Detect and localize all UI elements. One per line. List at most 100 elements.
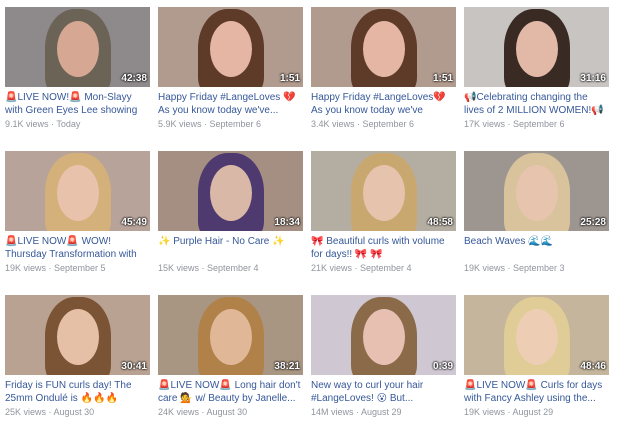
video-meta: 14M views · August 29: [311, 407, 456, 417]
video-duration: 30:41: [121, 361, 147, 372]
video-duration: 48:58: [427, 217, 453, 228]
video-thumbnail[interactable]: 30:41: [5, 295, 150, 375]
video-thumbnail[interactable]: 1:51: [158, 7, 303, 87]
video-card[interactable]: 25:28 Beach Waves 🌊🌊 19K views · September…: [464, 151, 609, 273]
video-meta: 3.4K views · September 6: [311, 119, 456, 129]
upload-date: September 4: [207, 263, 259, 273]
video-card[interactable]: 38:21 🚨LIVE NOW🚨 Long hair don't care 💁 w…: [158, 295, 303, 417]
view-count: 24K views: [158, 407, 200, 417]
thumbnail-face-shape: [363, 309, 405, 365]
video-title[interactable]: ✨ Purple Hair - No Care ✨: [158, 235, 303, 261]
video-card[interactable]: 30:41 Friday is FUN curls day! The 25mm O…: [5, 295, 150, 417]
video-card[interactable]: 1:51 Happy Friday #LangeLoves 💔 As you kn…: [158, 7, 303, 129]
thumbnail-face-shape: [516, 21, 558, 77]
video-card[interactable]: 18:34 ✨ Purple Hair - No Care ✨ 15K views …: [158, 151, 303, 273]
view-count: 19K views: [5, 263, 47, 273]
video-card[interactable]: 48:46 🚨LIVE NOW🚨 Curls for days with Fanc…: [464, 295, 609, 417]
video-thumbnail[interactable]: 48:46: [464, 295, 609, 375]
thumbnail-face-shape: [363, 21, 405, 77]
video-card[interactable]: 48:58 🎀 Beautiful curls with volume for d…: [311, 151, 456, 273]
upload-date: August 29: [512, 407, 554, 417]
video-thumbnail[interactable]: 45:49: [5, 151, 150, 231]
upload-date: September 6: [209, 119, 262, 129]
video-grid: 42:38 🚨LIVE NOW!🚨 Mon-Slayy with Green Ey…: [0, 0, 617, 425]
meta-separator: ·: [46, 263, 55, 273]
video-title[interactable]: Friday is FUN curls day! The 25mm Ondulé…: [5, 379, 150, 405]
view-count: 21K views: [311, 263, 353, 273]
video-meta: 19K views · September 5: [5, 263, 150, 273]
meta-separator: ·: [505, 407, 513, 417]
meta-separator: ·: [199, 407, 207, 417]
video-thumbnail[interactable]: 31:16: [464, 7, 609, 87]
video-meta: 15K views · September 4: [158, 263, 303, 273]
video-duration: 48:46: [580, 361, 606, 372]
video-duration: 1:51: [432, 73, 453, 84]
video-meta: 9.1K views · Today: [5, 119, 150, 129]
video-title[interactable]: 📢Celebrating changing the lives of 2 MIL…: [464, 91, 609, 117]
video-thumbnail[interactable]: 18:34: [158, 151, 303, 231]
meta-separator: ·: [199, 263, 208, 273]
video-title[interactable]: 🚨LIVE NOW🚨 Curls for days with Fancy Ash…: [464, 379, 609, 405]
video-card[interactable]: 42:38 🚨LIVE NOW!🚨 Mon-Slayy with Green Ey…: [5, 7, 150, 129]
video-meta: 21K views · September 4: [311, 263, 456, 273]
video-meta: 25K views · August 30: [5, 407, 150, 417]
video-card[interactable]: 31:16 📢Celebrating changing the lives of …: [464, 7, 609, 129]
thumbnail-face-shape: [210, 21, 252, 77]
video-title[interactable]: 🚨LIVE NOW!🚨 Mon-Slayy with Green Eyes Le…: [5, 91, 150, 117]
video-duration: 31:16: [580, 73, 606, 84]
video-meta: 24K views · August 30: [158, 407, 303, 417]
thumbnail-face-shape: [516, 165, 558, 221]
view-count: 9.1K views: [5, 119, 49, 129]
video-title[interactable]: 🚨LIVE NOW🚨 WOW! Thursday Transformation …: [5, 235, 150, 261]
video-duration: 45:49: [121, 217, 147, 228]
upload-date: Today: [56, 119, 81, 129]
view-count: 15K views: [158, 263, 200, 273]
video-duration: 25:28: [580, 217, 606, 228]
video-card[interactable]: 1:51 Happy Friday #LangeLoves💔 As you kno…: [311, 7, 456, 129]
video-meta: 17K views · September 6: [464, 119, 609, 129]
video-thumbnail[interactable]: 42:38: [5, 7, 150, 87]
view-count: 25K views: [5, 407, 47, 417]
video-meta: 19K views · September 3: [464, 263, 609, 273]
video-duration: 0:39: [432, 361, 453, 372]
meta-separator: ·: [353, 407, 362, 417]
thumbnail-face-shape: [363, 165, 405, 221]
upload-date: August 30: [206, 407, 248, 417]
meta-separator: ·: [201, 119, 210, 129]
video-thumbnail[interactable]: 1:51: [311, 7, 456, 87]
meta-separator: ·: [46, 407, 54, 417]
upload-date: August 30: [53, 407, 95, 417]
upload-date: September 5: [54, 263, 106, 273]
view-count: 19K views: [464, 263, 506, 273]
video-duration: 1:51: [279, 73, 300, 84]
thumbnail-face-shape: [210, 309, 252, 365]
thumbnail-face-shape: [57, 309, 99, 365]
video-thumbnail[interactable]: 0:39: [311, 295, 456, 375]
video-title[interactable]: Beach Waves 🌊🌊: [464, 235, 609, 261]
video-duration: 38:21: [274, 361, 300, 372]
video-thumbnail[interactable]: 25:28: [464, 151, 609, 231]
video-title[interactable]: Happy Friday #LangeLoves💔 As you know to…: [311, 91, 456, 117]
thumbnail-face-shape: [57, 165, 99, 221]
meta-separator: ·: [505, 119, 514, 129]
view-count: 17K views: [464, 119, 506, 129]
video-title[interactable]: 🚨LIVE NOW🚨 Long hair don't care 💁 w/ Bea…: [158, 379, 303, 405]
view-count: 14M views: [311, 407, 354, 417]
video-duration: 18:34: [274, 217, 300, 228]
video-thumbnail[interactable]: 38:21: [158, 295, 303, 375]
view-count: 3.4K views: [311, 119, 355, 129]
meta-separator: ·: [352, 263, 361, 273]
meta-separator: ·: [505, 263, 514, 273]
video-thumbnail[interactable]: 48:58: [311, 151, 456, 231]
view-count: 5.9K views: [158, 119, 202, 129]
video-title[interactable]: 🎀 Beautiful curls with volume for days!!…: [311, 235, 456, 261]
video-title[interactable]: Happy Friday #LangeLoves 💔 As you know t…: [158, 91, 303, 117]
video-title[interactable]: New way to curl your hair #LangeLoves! 😮…: [311, 379, 456, 405]
upload-date: September 4: [360, 263, 412, 273]
thumbnail-face-shape: [210, 165, 252, 221]
video-card[interactable]: 0:39 New way to curl your hair #LangeLove…: [311, 295, 456, 417]
video-card[interactable]: 45:49 🚨LIVE NOW🚨 WOW! Thursday Transforma…: [5, 151, 150, 273]
upload-date: September 3: [513, 263, 565, 273]
upload-date: September 6: [362, 119, 415, 129]
video-meta: 5.9K views · September 6: [158, 119, 303, 129]
